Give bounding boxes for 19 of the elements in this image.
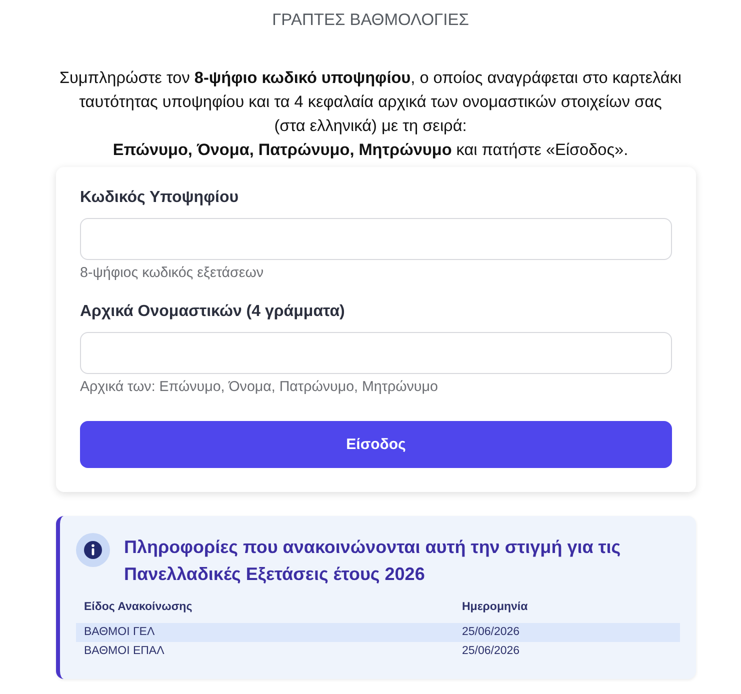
info-icon bbox=[76, 533, 110, 567]
page-title: ΓΡΑΠΤΕΣ ΒΑΘΜΟΛΟΓΙΕΣ bbox=[272, 10, 469, 30]
table-cell-text: ΒΑΘΜΟΙ ΕΠΑΛ bbox=[83, 644, 166, 659]
field-hint: Αρχικά των: Επώνυμο, Όνομα, Πατρώνυμο, Μητρώνυμο bbox=[80, 379, 439, 395]
table-row[interactable]: ΒΑΘΜΟΙ ΓΕΛ 25/06/2026 bbox=[76, 623, 680, 642]
field-label: Κωδικός Υποψηφίου bbox=[80, 188, 240, 208]
login-button[interactable]: Είσοδος bbox=[80, 421, 672, 468]
info-heading: Πληροφορίες που ανακοινώνονται αυτή την στιγμή για τις Πανελλαδικές Εξετάσεις έτους 2026 bbox=[124, 536, 622, 586]
table-cell-text: 25/06/2026 bbox=[461, 625, 521, 640]
table-cell-text: ΒΑΘΜΟΙ ΓΕΛ bbox=[83, 625, 156, 640]
column-header: Ημερομηνία bbox=[461, 600, 529, 615]
field-hint: 8-ψήφιος κωδικός εξετάσεων bbox=[80, 265, 265, 281]
input-field[interactable] bbox=[80, 218, 672, 260]
input-field[interactable] bbox=[80, 332, 672, 374]
field-label: Αρχικά Ονομαστικών (4 γράμματα) bbox=[80, 302, 346, 322]
table-cell-text: 25/06/2026 bbox=[461, 644, 521, 659]
column-header: Είδος Ανακοίνωσης bbox=[83, 600, 194, 615]
table-row[interactable]: ΒΑΘΜΟΙ ΕΠΑΛ 25/06/2026 bbox=[76, 642, 680, 661]
instructions-text: Συμπληρώστε τον 8-ψήφιο κωδικό υποψηφίου, ο οποίος αναγράφεται στο καρτελάκι ταυτότητας υποψηφίου και τα 4 κεφαλαία αρχικά των ονομαστικών στοιχείων σας (στα ελληνικά) με τη σειρά: Επώνυμο, Όνομα, Πατρώνυμο, Μητρώνυμο και πατήστε «Είσοδος». bbox=[59, 68, 682, 161]
